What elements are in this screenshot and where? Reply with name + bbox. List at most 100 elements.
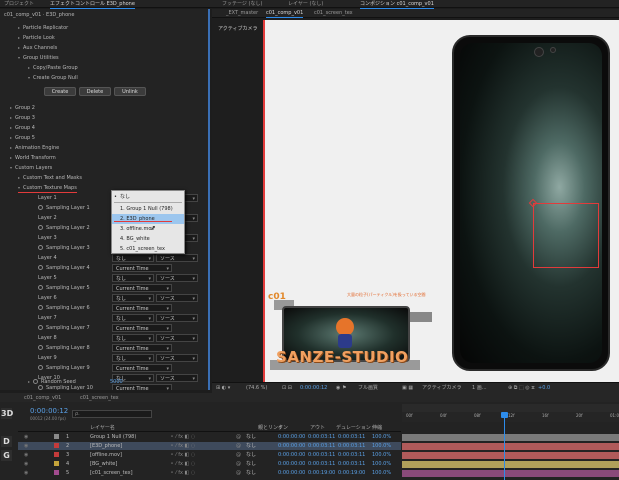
dropdown-item[interactable]: 1. Group 1 Null (798) bbox=[112, 204, 184, 214]
stretch-value[interactable]: 100.0% bbox=[372, 433, 391, 441]
out-point[interactable]: 0:00:03:11 bbox=[308, 460, 335, 468]
group-row-custom-texture-maps[interactable]: ▾ Custom Texture Maps bbox=[18, 183, 77, 193]
stopwatch-icon[interactable] bbox=[38, 265, 43, 270]
timeline-tab-c01-screen-tex[interactable]: c01_screen_tex bbox=[80, 394, 119, 402]
playhead[interactable] bbox=[504, 412, 505, 480]
label-color-swatch[interactable] bbox=[54, 434, 59, 439]
group-row[interactable]: ▸ Group 3 bbox=[10, 113, 35, 123]
effect-row[interactable]: ▸ Particle Look bbox=[18, 33, 55, 43]
timeline-timecode[interactable]: 0:00:00:12 bbox=[30, 407, 68, 415]
timeline-search-input[interactable]: ρ. bbox=[72, 410, 152, 418]
source-select[interactable]: ソース bbox=[156, 274, 198, 282]
dropdown-item[interactable]: • なし bbox=[112, 192, 184, 202]
draft-toggle-button[interactable]: D bbox=[1, 436, 12, 447]
tab-effect-controls[interactable]: エフェクトコントロール E3D_phone bbox=[50, 0, 135, 9]
sampling-select[interactable]: Current Time bbox=[112, 264, 172, 272]
duration-value[interactable]: 0:00:03:11 bbox=[338, 433, 365, 441]
layer-name[interactable]: Group 1 Null (798) bbox=[90, 433, 136, 441]
source-select[interactable]: ソース bbox=[156, 254, 198, 262]
layer-name[interactable]: [c01_screen_tex] bbox=[90, 469, 133, 477]
subtab-c01-comp[interactable]: c01_comp_v01 bbox=[266, 9, 304, 18]
parent-select[interactable]: なし bbox=[246, 433, 256, 441]
label-color-swatch[interactable] bbox=[54, 443, 59, 448]
in-point[interactable]: 0:00:00:00 bbox=[278, 442, 305, 450]
switch-icons[interactable]: ⚬ ⁄ fx ◧ ◌ bbox=[170, 460, 195, 468]
dropdown-item[interactable]: 5. c01_screen_tex bbox=[112, 244, 184, 254]
switch-icons[interactable]: ⚬ ⁄ fx ◧ ◌ bbox=[170, 442, 195, 450]
group-row[interactable]: ▸ Group 5 bbox=[10, 133, 35, 143]
source-select[interactable]: ソース bbox=[156, 354, 198, 362]
col-in[interactable]: イン bbox=[278, 424, 288, 432]
parent-select[interactable]: なし bbox=[246, 442, 256, 450]
effect-row[interactable]: ▾ Create Group Null bbox=[28, 73, 78, 83]
in-point[interactable]: 0:00:00:00 bbox=[278, 460, 305, 468]
layer-select[interactable]: なし bbox=[112, 314, 154, 322]
effect-row[interactable]: ▾ Group Utilities bbox=[18, 53, 59, 63]
dropdown-item-highlighted[interactable]: 2. E3D_phone bbox=[112, 214, 184, 224]
switch-icons[interactable]: ⚬ ⁄ fx ◧ ◌ bbox=[170, 469, 195, 477]
eye-icon[interactable]: ◉ bbox=[24, 469, 28, 477]
selection-box[interactable] bbox=[533, 203, 599, 268]
switch-icons[interactable]: ⚬ ⁄ fx ◧ ◌ bbox=[170, 451, 195, 459]
tab-layer[interactable]: レイヤー (なし) bbox=[288, 0, 323, 8]
tab-composition[interactable]: コンポジション c01_comp_v01 bbox=[360, 0, 434, 9]
parent-select[interactable]: なし bbox=[246, 451, 256, 459]
stretch-value[interactable]: 100.0% bbox=[372, 469, 391, 477]
group-row[interactable]: ▸ Group 2 bbox=[10, 103, 35, 113]
playhead-handle[interactable] bbox=[501, 412, 508, 418]
graph-toggle-button[interactable]: G bbox=[1, 450, 12, 461]
group-row[interactable]: ▸ Custom Text and Masks bbox=[18, 173, 82, 183]
layer-name[interactable]: [BG_white] bbox=[90, 460, 117, 468]
duration-value[interactable]: 0:00:03:11 bbox=[338, 451, 365, 459]
table-row[interactable]: ◉ 4 [BG_white] ⚬ ⁄ fx ◧ ◌ @ なし 0:00:00:00 0:00:… bbox=[18, 460, 401, 468]
timeline-tab-c01-comp[interactable]: c01_comp_v01 bbox=[24, 394, 61, 402]
effect-row[interactable]: ▸ Aux Channels bbox=[18, 43, 57, 53]
stopwatch-icon[interactable] bbox=[33, 379, 38, 384]
layer-select-dropdown[interactable]: • なし 1. Group 1 Null (798) 2. E3D_phone 3… bbox=[111, 190, 185, 254]
parent-pickwhip-icon[interactable]: @ bbox=[236, 469, 241, 477]
source-select[interactable]: ソース bbox=[156, 314, 198, 322]
sampling-select[interactable]: Current Time bbox=[112, 324, 172, 332]
in-point[interactable]: 0:00:00:00 bbox=[278, 433, 305, 441]
stopwatch-icon[interactable] bbox=[38, 325, 43, 330]
duration-value[interactable]: 0:00:03:11 bbox=[338, 460, 365, 468]
col-duration[interactable]: デュレーション bbox=[336, 424, 371, 432]
eye-icon[interactable]: ◉ bbox=[24, 460, 28, 468]
effect-row[interactable]: ▸ Particle Replicator bbox=[18, 23, 68, 33]
layer-name[interactable]: [offline.mov] bbox=[90, 451, 122, 459]
delete-button[interactable]: Delete bbox=[79, 87, 111, 96]
layer-select[interactable]: なし bbox=[112, 334, 154, 342]
stopwatch-icon[interactable] bbox=[38, 345, 43, 350]
unlink-button[interactable]: Unlink bbox=[114, 87, 146, 96]
group-row[interactable]: ▸ Group 4 bbox=[10, 123, 35, 133]
table-row[interactable]: ◉ 2 [E3D_phone] ⚬ ⁄ fx ◧ ◌ @ なし 0:00:00:00 0:00… bbox=[18, 442, 401, 450]
group-row[interactable]: ▸ World Transform bbox=[10, 153, 56, 163]
layer-track-bar[interactable] bbox=[402, 470, 619, 477]
group-row[interactable]: ▸ Animation Engine bbox=[10, 143, 59, 153]
label-color-swatch[interactable] bbox=[54, 452, 59, 457]
stretch-value[interactable]: 100.0% bbox=[372, 460, 391, 468]
layer-select[interactable]: なし bbox=[112, 274, 154, 282]
random-seed-value[interactable]: 5000 bbox=[110, 377, 123, 387]
parent-pickwhip-icon[interactable]: @ bbox=[236, 460, 241, 468]
duration-value[interactable]: 0:00:03:11 bbox=[338, 442, 365, 450]
layer-name[interactable]: [E3D_phone] bbox=[90, 442, 122, 450]
parent-select[interactable]: なし bbox=[246, 469, 256, 477]
label-color-swatch[interactable] bbox=[54, 470, 59, 475]
tab-footage[interactable]: フッテージ (なし) bbox=[222, 0, 262, 8]
eye-icon[interactable]: ◉ bbox=[24, 433, 28, 441]
col-layer-name[interactable]: レイヤー名 bbox=[90, 424, 115, 432]
layer-select[interactable]: なし bbox=[112, 354, 154, 362]
stopwatch-icon[interactable] bbox=[38, 205, 43, 210]
stopwatch-icon[interactable] bbox=[38, 365, 43, 370]
in-point[interactable]: 0:00:00:00 bbox=[278, 451, 305, 459]
source-select[interactable]: ソース bbox=[156, 374, 198, 382]
parent-pickwhip-icon[interactable]: @ bbox=[236, 442, 241, 450]
stretch-value[interactable]: 100.0% bbox=[372, 442, 391, 450]
sampling-select[interactable]: Current Time bbox=[112, 364, 172, 372]
eye-icon[interactable]: ◉ bbox=[24, 451, 28, 459]
stopwatch-icon[interactable] bbox=[38, 225, 43, 230]
subtab-ext-master[interactable]: _EXT_master bbox=[226, 9, 258, 17]
stopwatch-icon[interactable] bbox=[38, 245, 43, 250]
label-color-swatch[interactable] bbox=[54, 461, 59, 466]
